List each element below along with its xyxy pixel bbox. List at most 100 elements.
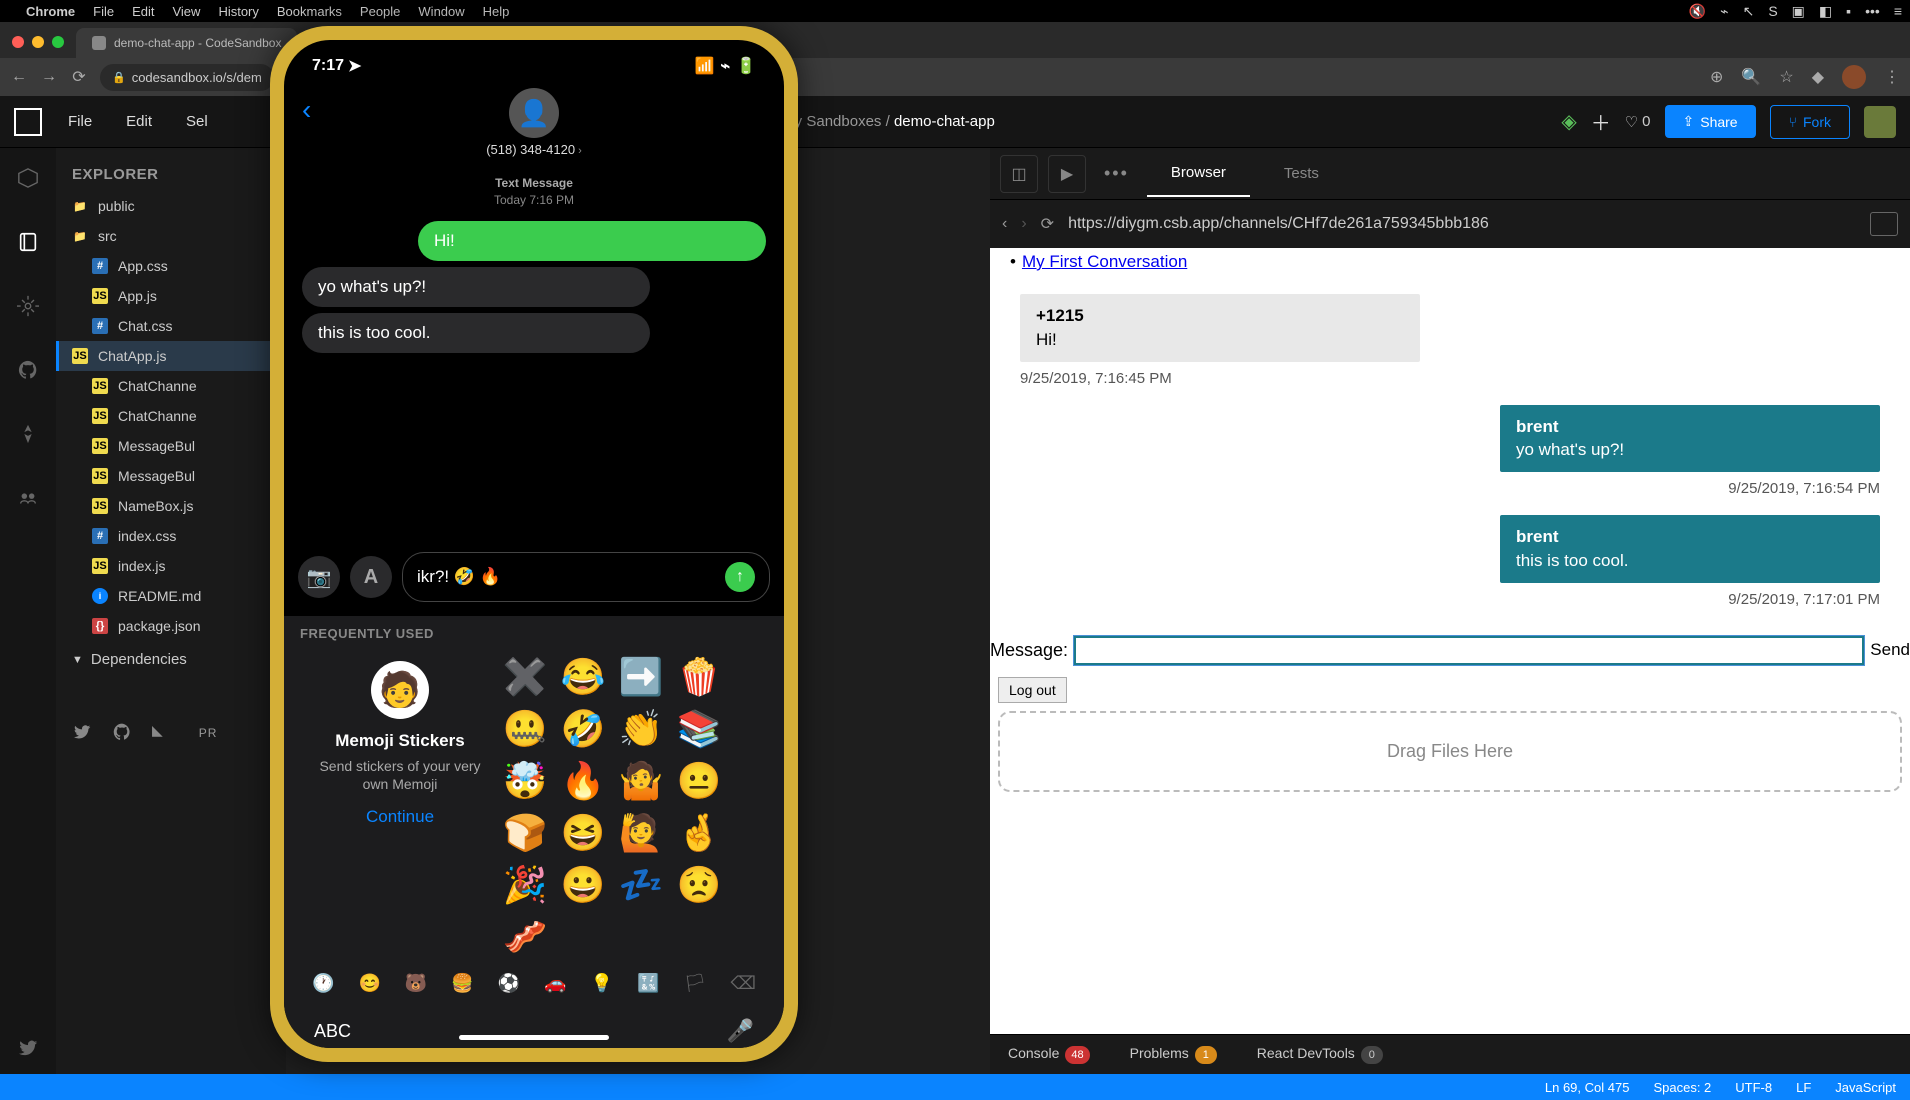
conversation-link[interactable]: My First Conversation xyxy=(990,248,1910,276)
csb-menu-file[interactable]: File xyxy=(60,109,100,134)
file-item[interactable]: JSMessageBul xyxy=(56,431,286,461)
preview-url[interactable]: https://diygm.csb.app/channels/CHf7de261… xyxy=(1068,215,1856,233)
browser-tab[interactable]: demo-chat-app - CodeSandbox xyxy=(76,28,297,58)
emoji-key[interactable]: 🥓 xyxy=(500,913,550,961)
bookmark-icon[interactable]: ☆ xyxy=(1779,67,1793,87)
back-button[interactable]: ‹ xyxy=(302,94,311,126)
emoji-key[interactable]: 🤯 xyxy=(500,757,550,805)
memoji-face-icon[interactable]: 🧑 xyxy=(371,661,429,719)
tab-tests[interactable]: Tests xyxy=(1260,151,1343,196)
menu-people[interactable]: People xyxy=(360,4,400,19)
file-drop-zone[interactable]: Drag Files Here xyxy=(998,711,1902,792)
file-item[interactable]: #index.css xyxy=(56,521,286,551)
folder-src[interactable]: 📁src xyxy=(56,221,286,251)
emoji-key[interactable]: 🔥 xyxy=(558,757,608,805)
share-button[interactable]: ⇪ Share xyxy=(1665,105,1756,138)
emoji-key[interactable]: 🍞 xyxy=(500,809,550,857)
explorer-icon[interactable] xyxy=(16,230,40,254)
file-item[interactable]: JSMessageBul xyxy=(56,461,286,491)
sandbox-info-icon[interactable] xyxy=(16,166,40,190)
emoji-key[interactable]: 🤞 xyxy=(674,809,724,857)
send-arrow-icon[interactable]: ↑ xyxy=(725,562,755,592)
zoom-icon[interactable]: 🔍 xyxy=(1741,67,1761,87)
emoji-key[interactable]: 😆 xyxy=(558,809,608,857)
tab-browser[interactable]: Browser xyxy=(1147,150,1250,197)
emoji-key[interactable]: 🙋 xyxy=(616,809,666,857)
react-devtools-tab[interactable]: React DevTools0 xyxy=(1257,1045,1383,1064)
objects-icon[interactable]: 💡 xyxy=(591,973,613,994)
emoji-key[interactable]: 😟 xyxy=(674,861,724,909)
csb-menu-selection[interactable]: Sel xyxy=(178,109,216,134)
extension-icon[interactable]: ⊕ xyxy=(1710,67,1723,87)
spectrum-link-icon[interactable]: ◣ xyxy=(152,722,163,745)
add-button[interactable]: ＋ xyxy=(1591,107,1611,136)
emoji-key[interactable]: 😐 xyxy=(674,757,724,805)
emoji-key[interactable]: ✖️ xyxy=(500,653,550,701)
cursor-position[interactable]: Ln 69, Col 475 xyxy=(1545,1080,1630,1095)
problems-tab[interactable]: Problems1 xyxy=(1130,1045,1217,1064)
file-item[interactable]: #App.css xyxy=(56,251,286,281)
user-avatar[interactable] xyxy=(1864,106,1896,138)
recents-icon[interactable]: 🕐 xyxy=(312,973,334,994)
project-name[interactable]: demo-chat-app xyxy=(894,113,995,130)
open-external-icon[interactable] xyxy=(1870,212,1898,236)
fork-button[interactable]: ⑂ Fork xyxy=(1770,105,1850,139)
layout-preview-icon[interactable]: ▶ xyxy=(1048,155,1086,193)
app-name[interactable]: Chrome xyxy=(26,4,75,19)
menu-history[interactable]: History xyxy=(218,4,258,19)
phone-message-input[interactable]: ikr?! 🤣 🔥 ↑ xyxy=(402,552,770,602)
message-input[interactable] xyxy=(1074,636,1864,665)
chrome-menu-icon[interactable]: ⋮ xyxy=(1884,67,1900,87)
reload-button[interactable]: ⟳ xyxy=(70,67,88,87)
appstore-icon[interactable]: A xyxy=(350,556,392,598)
menu-view[interactable]: View xyxy=(172,4,200,19)
contact-number[interactable]: (518) 348-4120› xyxy=(284,142,784,157)
tray-more-icon[interactable]: ••• xyxy=(1865,3,1880,20)
address-bar[interactable]: 🔒 codesandbox.io/s/dem xyxy=(100,64,274,91)
layout-split-icon[interactable]: ◫ xyxy=(1000,155,1038,193)
tray-app-icon[interactable]: ◧ xyxy=(1819,3,1832,20)
menu-help[interactable]: Help xyxy=(483,4,510,19)
file-item[interactable]: JSChatApp.js xyxy=(56,341,286,371)
forward-button[interactable]: → xyxy=(40,68,58,86)
file-item[interactable]: JSApp.js xyxy=(56,281,286,311)
dependency-status-icon[interactable]: ◈ xyxy=(1561,109,1576,134)
preview-reload-button[interactable]: ⟳ xyxy=(1041,214,1054,234)
emoji-key[interactable]: 🤷 xyxy=(616,757,666,805)
delete-icon[interactable]: ⌫ xyxy=(731,973,756,994)
tray-s-icon[interactable]: S xyxy=(1768,3,1777,20)
file-item[interactable]: JSNameBox.js xyxy=(56,491,286,521)
activity-icon[interactable]: ⚽ xyxy=(498,973,520,994)
codesandbox-logo-icon[interactable] xyxy=(14,108,42,136)
camera-icon[interactable]: 📷 xyxy=(298,556,340,598)
preview-back-button[interactable]: ‹ xyxy=(1002,215,1007,233)
memoji-continue-button[interactable]: Continue xyxy=(312,807,488,827)
contact-avatar[interactable]: 👤 xyxy=(509,88,559,138)
volume-icon[interactable]: 🔇 xyxy=(1689,3,1706,20)
emoji-key[interactable]: 😀 xyxy=(558,861,608,909)
close-window-button[interactable] xyxy=(12,36,24,48)
file-item[interactable]: {}package.json xyxy=(56,611,286,641)
back-button[interactable]: ← xyxy=(10,68,28,86)
twitter-link-icon[interactable] xyxy=(72,722,92,745)
github-icon[interactable] xyxy=(16,358,40,382)
emoji-key[interactable]: 🍿 xyxy=(674,653,724,701)
animals-icon[interactable]: 🐻 xyxy=(405,973,427,994)
deploy-icon[interactable] xyxy=(16,422,40,446)
emoji-key[interactable]: 🤐 xyxy=(500,705,550,753)
profile-avatar[interactable] xyxy=(1842,65,1866,89)
emoji-key[interactable]: 🤣 xyxy=(558,705,608,753)
home-indicator[interactable] xyxy=(459,1035,609,1040)
file-item[interactable]: JSindex.js xyxy=(56,551,286,581)
encoding[interactable]: UTF-8 xyxy=(1735,1080,1772,1095)
file-item[interactable]: JSChatChanne xyxy=(56,401,286,431)
menu-bookmarks[interactable]: Bookmarks xyxy=(277,4,342,19)
live-icon[interactable] xyxy=(16,486,40,510)
preview-forward-button[interactable]: › xyxy=(1021,215,1026,233)
more-icon[interactable]: ••• xyxy=(1096,163,1137,184)
emoji-key[interactable]: ➡️ xyxy=(616,653,666,701)
menu-file[interactable]: File xyxy=(93,4,114,19)
symbols-icon[interactable]: 🔣 xyxy=(637,973,659,994)
console-tab[interactable]: Console48 xyxy=(1008,1045,1090,1064)
abc-keyboard-button[interactable]: ABC xyxy=(314,1021,351,1042)
